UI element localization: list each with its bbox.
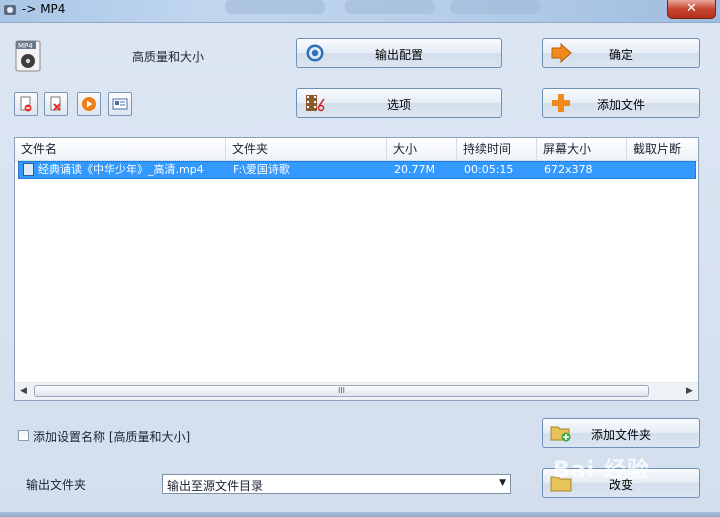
column-header-clip[interactable]: 截取片断: [627, 138, 698, 160]
add-setting-name-label: 添加设置名称 [高质量和大小]: [33, 430, 191, 444]
background-blur: [450, 0, 540, 14]
mp4-icon-text: MP4: [18, 42, 33, 50]
profile-quality-label: 高质量和大小: [132, 50, 205, 64]
close-button[interactable]: ✕: [667, 0, 716, 19]
file-list-header: 文件名 文件夹 大小 持续时间 屏幕大小 截取片断: [15, 138, 698, 161]
title-bar: -> MP4 ✕: [0, 0, 720, 22]
duration-cell: 00:05:15: [464, 163, 514, 176]
play-button[interactable]: [77, 92, 101, 116]
output-folder-value: 输出至源文件目录: [167, 479, 264, 493]
add-file-label: 添加文件: [596, 98, 645, 112]
options-button[interactable]: 选项: [296, 88, 502, 118]
window-bottom-edge: [0, 512, 720, 517]
column-header-folder[interactable]: 文件夹: [226, 138, 387, 160]
background-blur: [225, 0, 325, 14]
add-setting-name-checkbox[interactable]: [18, 430, 29, 441]
clip-cell: [634, 162, 694, 178]
video-file-icon: [23, 163, 34, 176]
scroll-left-arrow[interactable]: ◀: [15, 383, 32, 400]
confirm-label: 确定: [608, 48, 633, 62]
file-list[interactable]: 文件名 文件夹 大小 持续时间 屏幕大小 截取片断 经典诵读《中华少年》_高清.…: [14, 137, 699, 401]
media-info-button[interactable]: [108, 92, 132, 116]
play-icon: [82, 97, 96, 111]
table-row[interactable]: 经典诵读《中华少年》_高清.mp4 F:\爱国诗歌 20.77M 00:05:1…: [18, 161, 696, 179]
file-name-cell: 经典诵读《中华少年》_高清.mp4: [38, 163, 204, 176]
clear-list-button[interactable]: [44, 92, 68, 116]
remove-file-icon: [20, 96, 32, 112]
confirm-button[interactable]: 确定: [542, 38, 700, 68]
clear-list-icon: [50, 96, 61, 111]
options-label: 选项: [386, 98, 411, 112]
scroll-right-arrow[interactable]: ▶: [681, 383, 698, 400]
chevron-down-icon: ▼: [499, 478, 506, 488]
add-file-button[interactable]: 添加文件: [542, 88, 700, 118]
scrollbar-thumb[interactable]: III: [34, 385, 649, 397]
folder-cell: F:\爱国诗歌: [233, 163, 290, 176]
background-blur: [345, 0, 435, 14]
app-icon: [4, 5, 16, 15]
column-header-name[interactable]: 文件名: [15, 138, 226, 160]
media-info-icon: [112, 98, 128, 110]
output-config-label: 输出配置: [374, 48, 423, 62]
remove-file-button[interactable]: [14, 92, 38, 116]
screen-size-cell: 672x378: [544, 163, 593, 176]
column-header-size[interactable]: 大小: [387, 138, 457, 160]
window-title: -> MP4: [22, 2, 66, 16]
column-header-screen-size[interactable]: 屏幕大小: [537, 138, 627, 160]
add-folder-label: 添加文件夹: [590, 428, 651, 442]
horizontal-scrollbar[interactable]: ◀ III ▶: [15, 382, 698, 400]
output-folder-select[interactable]: 输出至源文件目录 ▼: [162, 474, 511, 494]
output-config-button[interactable]: 输出配置: [296, 38, 502, 68]
size-cell: 20.77M: [394, 163, 435, 176]
mp4-format-icon: MP4: [15, 40, 41, 72]
watermark-text: Bai 经验: [553, 458, 650, 483]
column-header-duration[interactable]: 持续时间: [457, 138, 537, 160]
output-folder-label: 输出文件夹: [26, 478, 87, 492]
add-folder-button[interactable]: 添加文件夹: [542, 418, 700, 448]
